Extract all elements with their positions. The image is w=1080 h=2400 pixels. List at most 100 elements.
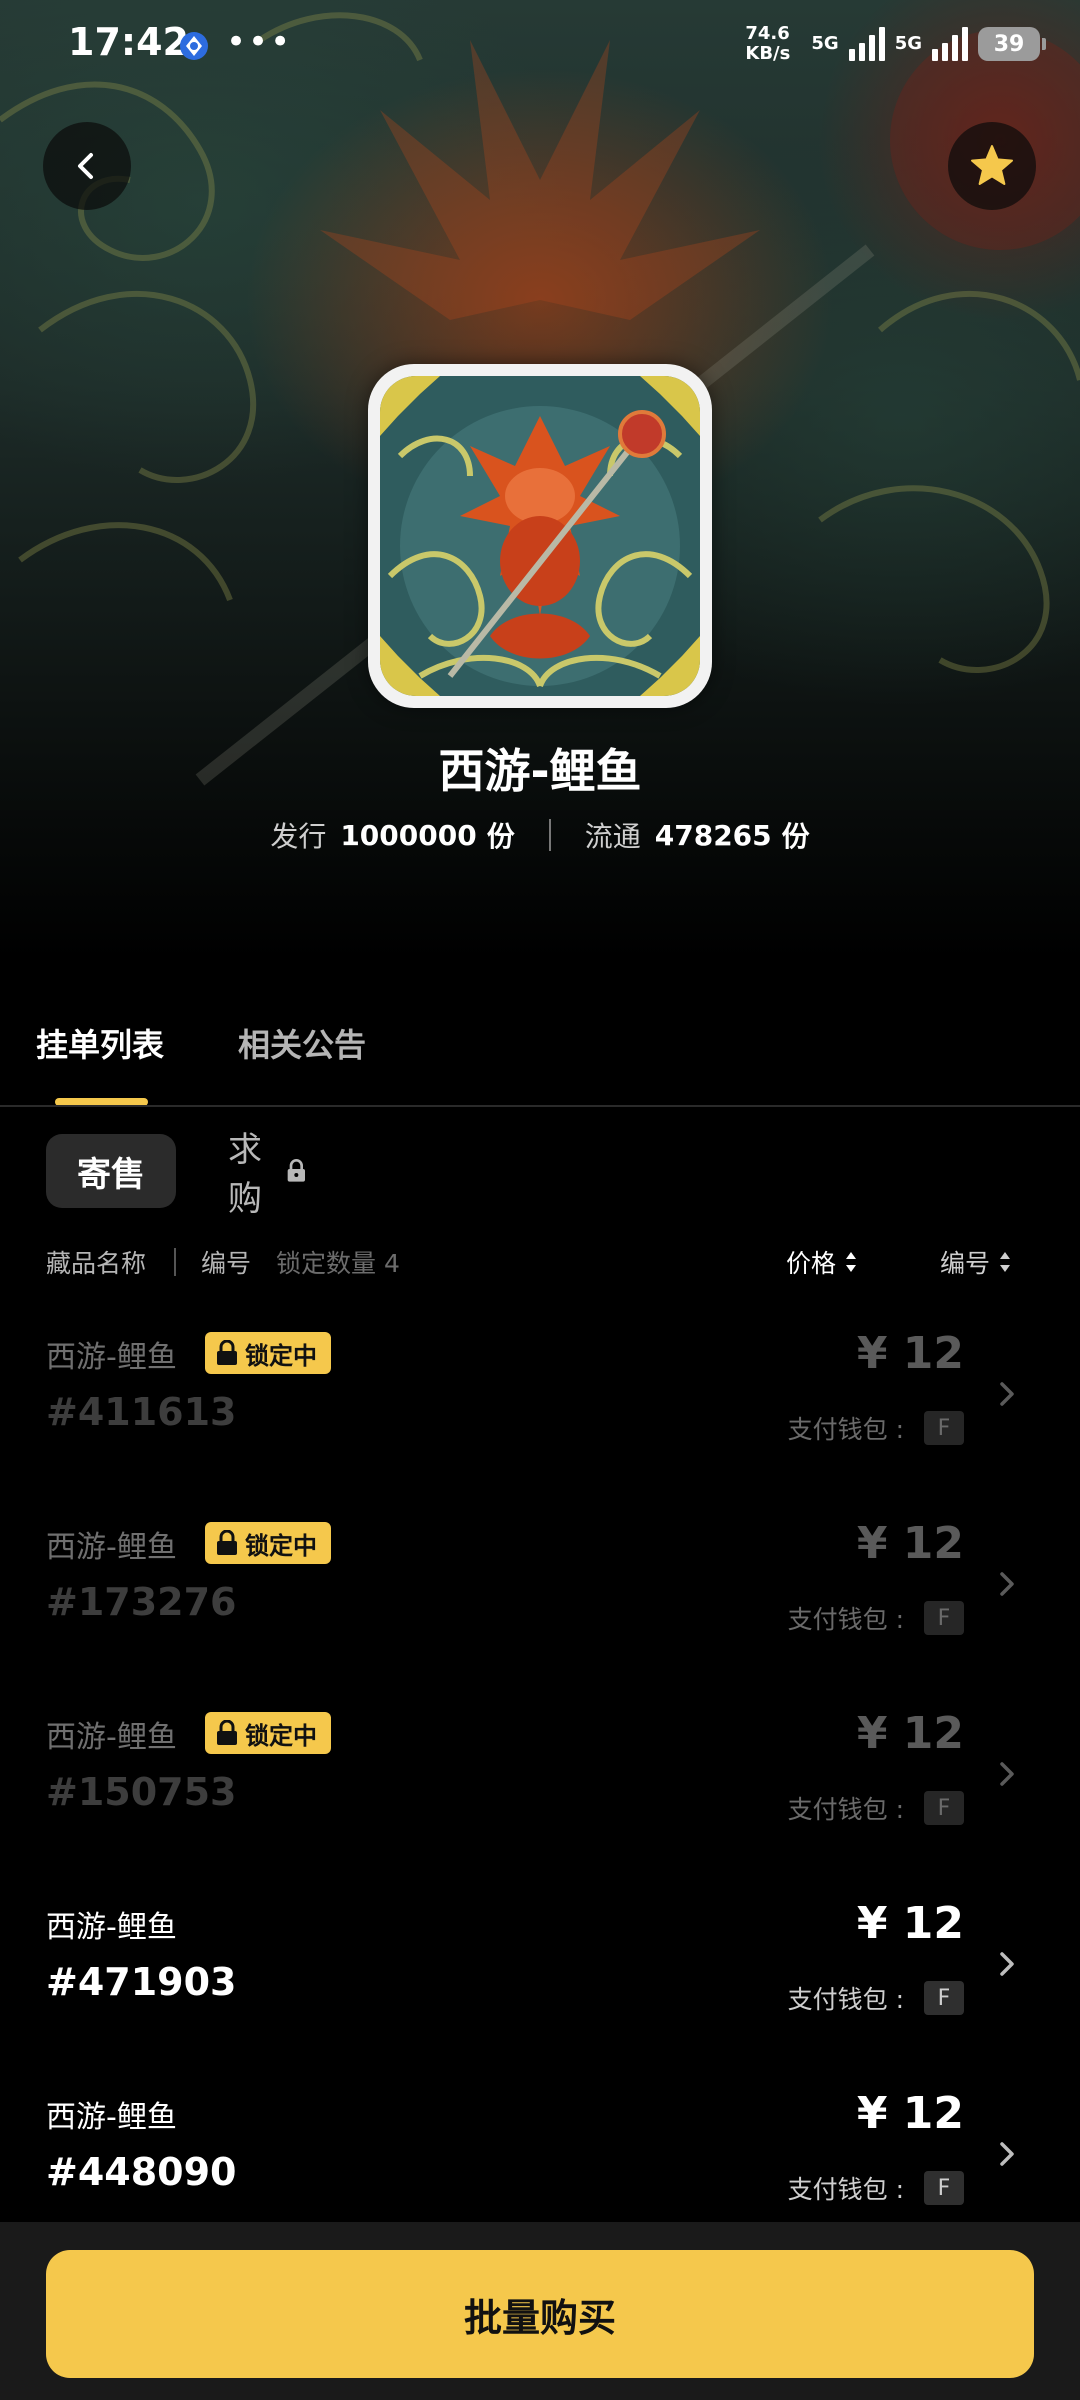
payment-wallet-label: 支付钱包 : [787, 2175, 904, 2204]
tab-announcements[interactable]: 相关公告 [238, 1020, 366, 1066]
payment-wallet-tag: F [924, 1601, 964, 1635]
lock-icon [217, 1720, 237, 1745]
payment-wallet-tag: F [924, 1411, 964, 1445]
chevron-right-icon [1000, 1382, 1014, 1406]
status-time: 17:42 [68, 20, 189, 64]
locked-badge-label: 锁定中 [245, 1531, 317, 1560]
network-speed-unit: KB/s [745, 43, 791, 64]
filter-collectible-name[interactable]: 藏品名称 [46, 1244, 146, 1280]
back-button[interactable] [43, 122, 131, 210]
supply-divider [548, 819, 551, 851]
locked-badge: 锁定中 [205, 1712, 331, 1754]
net-type-label: 5G [894, 33, 922, 54]
chevron-right-icon [1000, 2142, 1014, 2166]
listing-price: ¥ 12 [856, 1708, 964, 1759]
network-type-2: 5G [895, 35, 922, 53]
issue-unit: 份 [486, 820, 515, 853]
chevron-right-icon [1000, 1572, 1014, 1596]
network-speed-value: 74.6 [745, 23, 790, 44]
locked-badge: 锁定中 [205, 1332, 331, 1374]
chevron-right-icon [1000, 1952, 1014, 1976]
listing-price: ¥ 12 [856, 1518, 964, 1569]
listing-row[interactable]: 西游-鲤鱼 #471903 ¥ 12 支付钱包 : F [0, 1880, 1080, 2070]
listing-number: #173276 [46, 1580, 237, 1624]
supply-info: 发行 1000000 份 流通 478265 份 [0, 815, 1080, 855]
battery-icon: 39 [978, 27, 1046, 61]
net-type-label: 5G [811, 33, 839, 54]
filter-number[interactable]: 编号 [201, 1244, 251, 1280]
circulation-label: 流通 [584, 820, 641, 853]
payment-wallet-label: 支付钱包 : [787, 1605, 904, 1634]
payment-wallet: 支付钱包 : F [788, 1790, 964, 1826]
batch-buy-button[interactable]: 批量购买 [46, 2250, 1034, 2378]
listing-number: #150753 [46, 1770, 237, 1814]
network-speed: 74.6 KB/s [745, 24, 801, 64]
chevron-left-icon [78, 153, 93, 179]
listing-name: 西游-鲤鱼 [46, 1340, 177, 1375]
listing-number: #411613 [46, 1390, 237, 1434]
sort-by-price[interactable]: 价格 [786, 1244, 858, 1280]
collectible-artwork [380, 376, 700, 696]
sort-icon [1000, 1252, 1011, 1272]
status-bar: 17:42 ••• 74.6 KB/s 5G 5G 39 [0, 0, 1080, 90]
more-notifications-icon: ••• [226, 22, 293, 62]
chevron-right-icon [1000, 1762, 1014, 1786]
listing-row[interactable]: 西游-鲤鱼 锁定中 #150753 ¥ 12 支付钱包 : F [0, 1690, 1080, 1880]
issue-value: 1000000 [340, 818, 477, 852]
segment-consign-sale[interactable]: 寄售 [46, 1134, 176, 1208]
locked-count: 锁定数量 4 [276, 1249, 400, 1278]
tab-listings[interactable]: 挂单列表 [36, 1020, 164, 1066]
collectible-title: 西游-鲤鱼 [438, 744, 642, 798]
segment-purchase-request[interactable]: 求购 [228, 1130, 308, 1219]
payment-wallet-tag: F [924, 1791, 964, 1825]
bottom-action-bar: 批量购买 [0, 2222, 1080, 2400]
sort-number-label: 编号 [940, 1249, 991, 1278]
tab-bar: 挂单列表 相关公告 [0, 1010, 1080, 1106]
locked-badge: 锁定中 [205, 1522, 331, 1564]
issue-label: 发行 [270, 820, 327, 853]
listing-price: ¥ 12 [856, 1898, 964, 1949]
battery-level: 39 [993, 31, 1025, 57]
lock-icon [217, 1530, 237, 1555]
listing-name: 西游-鲤鱼 [46, 1530, 177, 1565]
payment-wallet-label: 支付钱包 : [787, 1795, 904, 1824]
status-indicators: 74.6 KB/s 5G 5G 39 [745, 22, 1046, 66]
star-icon [971, 145, 1013, 185]
collectible-artwork-frame [368, 364, 712, 708]
sort-by-number[interactable]: 编号 [940, 1244, 1012, 1280]
tabs-divider [0, 1105, 1080, 1107]
listing-number: #448090 [46, 2150, 237, 2194]
circulation-value: 478265 [654, 818, 772, 852]
listing-price: ¥ 12 [856, 1328, 964, 1379]
listing-list: 西游-鲤鱼 锁定中 #411613 ¥ 12 支付钱包 : F 西游-鲤鱼 锁定… [0, 1310, 1080, 2260]
payment-wallet-tag: F [924, 1981, 964, 2015]
payment-wallet-label: 支付钱包 : [787, 1415, 904, 1444]
listing-row[interactable]: 西游-鲤鱼 锁定中 #411613 ¥ 12 支付钱包 : F [0, 1310, 1080, 1500]
filter-row: 藏品名称 编号 锁定数量 4 价格 编号 [0, 1240, 1080, 1284]
listing-name: 西游-鲤鱼 [46, 2100, 177, 2135]
locked-badge-label: 锁定中 [245, 1341, 317, 1370]
network-type-1: 5G [811, 35, 838, 53]
signal-icon [932, 27, 968, 61]
payment-wallet-tag: F [924, 2171, 964, 2205]
lock-icon [217, 1340, 237, 1365]
payment-wallet: 支付钱包 : F [788, 1600, 964, 1636]
carp-warrior-artwork [380, 376, 700, 696]
sort-price-label: 价格 [786, 1249, 837, 1278]
locked-badge-label: 锁定中 [245, 1721, 317, 1750]
sort-icon [846, 1252, 857, 1272]
filter-divider [174, 1248, 176, 1276]
signal-icon [848, 27, 885, 61]
lock-icon [287, 1159, 306, 1182]
payment-wallet: 支付钱包 : F [788, 1410, 964, 1446]
segment-purchase-label: 求购 [228, 1130, 262, 1219]
listing-row[interactable]: 西游-鲤鱼 锁定中 #173276 ¥ 12 支付钱包 : F [0, 1500, 1080, 1690]
payment-wallet: 支付钱包 : F [788, 2170, 964, 2206]
listing-number: #471903 [46, 1960, 237, 2004]
listing-price: ¥ 12 [856, 2088, 964, 2139]
favorite-button[interactable] [948, 122, 1036, 210]
payment-wallet: 支付钱包 : F [788, 1980, 964, 2016]
listing-name: 西游-鲤鱼 [46, 1910, 177, 1945]
page: 17:42 ••• 74.6 KB/s 5G 5G 39 西游-鲤鱼 发行 10… [0, 0, 1080, 2400]
listing-name: 西游-鲤鱼 [46, 1720, 177, 1755]
